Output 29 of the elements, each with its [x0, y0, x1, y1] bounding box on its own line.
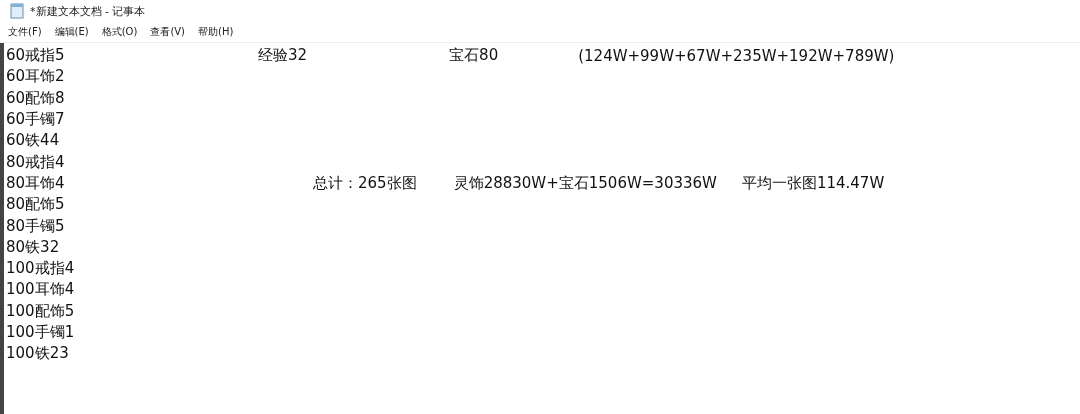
menu-item[interactable]: 文件(F) — [8, 25, 42, 39]
text-line: 宝石80 — [449, 46, 499, 66]
text-line: 80耳饰4 — [6, 173, 65, 192]
text-line: 经验32 — [258, 46, 308, 66]
text-line: 100铁23 — [6, 344, 69, 363]
text-line: 60手镯7 — [6, 110, 65, 129]
text-line: 60耳饰2 — [6, 67, 65, 86]
text-line: 60铁44 — [6, 131, 60, 150]
menu-item[interactable]: 查看(V) — [150, 25, 186, 39]
menu-item[interactable]: 帮助(H) — [198, 25, 234, 39]
text-line: 灵饰28830W+宝石1506W=30336W — [453, 173, 717, 193]
text-line: 总计：265张图 — [313, 173, 417, 193]
text-line: 平均一张图114.47W — [741, 173, 885, 193]
text-line: 60配饰8 — [6, 88, 65, 107]
text-editor[interactable]: 60戒指5 经验32 宝石80 (124W+99W+67W+235W+192W+789W) 60耳饰2 60配饰8 60手镯7 60铁44 80戒指4 80耳饰4 总计：265张图 灵饰28830W+宝石1506W=30336W 平均一张图114.47W 80配饰5 80手镯5 80铁32 100戒指4 100耳饰4 100配饰5 100手镯1 100铁23 — [0, 43, 1080, 414]
notepad-icon — [10, 3, 24, 19]
text-line: 60戒指5 — [6, 46, 65, 65]
text-line: 80手镯5 — [6, 216, 65, 235]
text-line: 80铁32 — [6, 237, 60, 256]
text-line: 80戒指4 — [6, 152, 65, 171]
menu-item[interactable]: 格式(O) — [101, 25, 138, 39]
text-line: 100配饰5 — [6, 301, 75, 320]
text-line: 100手镯1 — [6, 323, 75, 341]
text-line: 80配饰5 — [6, 195, 65, 214]
menu-item[interactable]: 编辑(E) — [54, 25, 89, 39]
text-line: 100戒指4 — [6, 259, 75, 278]
window-title: *新建文本文档 - 记事本 — [30, 3, 146, 19]
text-line: (124W+99W+67W+235W+192W+789W) — [578, 46, 895, 65]
text-line: 100耳饰4 — [6, 280, 75, 299]
